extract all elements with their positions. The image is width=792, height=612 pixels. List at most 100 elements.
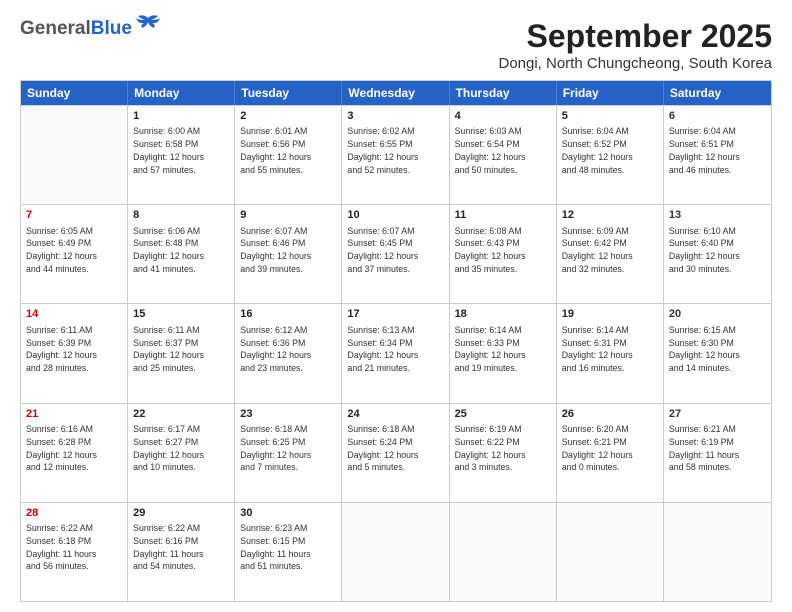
day-cell-22: 22Sunrise: 6:17 AMSunset: 6:27 PMDayligh…	[128, 404, 235, 502]
day-number: 25	[455, 407, 551, 422]
day-info: Sunrise: 6:05 AMSunset: 6:49 PMDaylight:…	[26, 225, 122, 276]
day-cell-3: 3Sunrise: 6:02 AMSunset: 6:55 PMDaylight…	[342, 106, 449, 204]
day-number: 26	[562, 407, 658, 422]
title-block: September 2025 Dongi, North Chungcheong,…	[498, 18, 772, 72]
day-cell-7: 7 Sunrise: 6:05 AMSunset: 6:49 PMDaylight…	[21, 205, 128, 303]
day-cell-2: 2Sunrise: 6:01 AMSunset: 6:56 PMDaylight…	[235, 106, 342, 204]
day-number: 4	[455, 109, 551, 124]
day-number: 18	[455, 307, 551, 322]
empty-cell	[21, 106, 128, 204]
day-info: Sunrise: 6:09 AMSunset: 6:42 PMDaylight:…	[562, 225, 658, 276]
day-cell-19: 19Sunrise: 6:14 AMSunset: 6:31 PMDayligh…	[557, 304, 664, 402]
day-cell-9: 9Sunrise: 6:07 AMSunset: 6:46 PMDaylight…	[235, 205, 342, 303]
day-cell-13: 13 Sunrise: 6:10 AMSunset: 6:40 PMDayligh…	[664, 205, 771, 303]
day-number: 2	[240, 109, 336, 124]
subtitle: Dongi, North Chungcheong, South Korea	[498, 55, 772, 72]
day-number: 12	[562, 208, 658, 223]
day-info: Sunrise: 6:23 AMSunset: 6:15 PMDaylight:…	[240, 522, 336, 573]
day-info: Sunrise: 6:07 AMSunset: 6:45 PMDaylight:…	[347, 225, 443, 276]
day-info: Sunrise: 6:12 AMSunset: 6:36 PMDaylight:…	[240, 324, 336, 375]
month-title: September 2025	[498, 18, 772, 55]
day-cell-12: 12 Sunrise: 6:09 AMSunset: 6:42 PMDayligh…	[557, 205, 664, 303]
day-number: 24	[347, 407, 443, 422]
day-number: 10	[347, 208, 443, 223]
day-cell-24: 24Sunrise: 6:18 AMSunset: 6:24 PMDayligh…	[342, 404, 449, 502]
day-number: 3	[347, 109, 443, 124]
logo-text: GeneralBlue	[20, 18, 132, 40]
day-cell-25: 25Sunrise: 6:19 AMSunset: 6:22 PMDayligh…	[450, 404, 557, 502]
empty-cell	[342, 503, 449, 601]
day-cell-5: 5Sunrise: 6:04 AMSunset: 6:52 PMDaylight…	[557, 106, 664, 204]
day-cell-11: 11 Sunrise: 6:08 AMSunset: 6:43 PMDayligh…	[450, 205, 557, 303]
empty-cell	[557, 503, 664, 601]
day-number: 7	[26, 208, 122, 223]
logo: GeneralBlue	[20, 18, 162, 40]
day-cell-8: 8Sunrise: 6:06 AMSunset: 6:48 PMDaylight…	[128, 205, 235, 303]
day-info: Sunrise: 6:16 AMSunset: 6:28 PMDaylight:…	[26, 423, 122, 474]
day-cell-21: 21Sunrise: 6:16 AMSunset: 6:28 PMDayligh…	[21, 404, 128, 502]
day-info: Sunrise: 6:18 AMSunset: 6:24 PMDaylight:…	[347, 423, 443, 474]
day-number: 20	[669, 307, 766, 322]
day-info: Sunrise: 6:06 AMSunset: 6:48 PMDaylight:…	[133, 225, 229, 276]
day-info: Sunrise: 6:13 AMSunset: 6:34 PMDaylight:…	[347, 324, 443, 375]
day-cell-18: 18 Sunrise: 6:14 AMSunset: 6:33 PMDayligh…	[450, 304, 557, 402]
day-info: Sunrise: 6:00 AMSunset: 6:58 PMDaylight:…	[133, 125, 229, 176]
day-number: 19	[562, 307, 658, 322]
day-number: 14	[26, 307, 122, 322]
day-number: 30	[240, 506, 336, 521]
day-number: 21	[26, 407, 122, 422]
day-cell-10: 10 Sunrise: 6:07 AMSunset: 6:45 PMDayligh…	[342, 205, 449, 303]
calendar-row-5: 28Sunrise: 6:22 AMSunset: 6:18 PMDayligh…	[21, 502, 771, 601]
header-day-wednesday: Wednesday	[342, 81, 449, 105]
day-number: 5	[562, 109, 658, 124]
day-cell-30: 30Sunrise: 6:23 AMSunset: 6:15 PMDayligh…	[235, 503, 342, 601]
day-info: Sunrise: 6:11 AMSunset: 6:37 PMDaylight:…	[133, 324, 229, 375]
empty-cell	[450, 503, 557, 601]
day-cell-1: 1Sunrise: 6:00 AMSunset: 6:58 PMDaylight…	[128, 106, 235, 204]
day-number: 11	[455, 208, 551, 223]
bird-icon	[134, 14, 162, 36]
day-info: Sunrise: 6:15 AMSunset: 6:30 PMDaylight:…	[669, 324, 766, 375]
day-number: 9	[240, 208, 336, 223]
day-info: Sunrise: 6:01 AMSunset: 6:56 PMDaylight:…	[240, 125, 336, 176]
day-cell-28: 28Sunrise: 6:22 AMSunset: 6:18 PMDayligh…	[21, 503, 128, 601]
day-number: 29	[133, 506, 229, 521]
header-day-friday: Friday	[557, 81, 664, 105]
day-number: 17	[347, 307, 443, 322]
header-day-saturday: Saturday	[664, 81, 771, 105]
day-info: Sunrise: 6:08 AMSunset: 6:43 PMDaylight:…	[455, 225, 551, 276]
header-day-monday: Monday	[128, 81, 235, 105]
calendar-body: 1Sunrise: 6:00 AMSunset: 6:58 PMDaylight…	[21, 105, 771, 601]
day-cell-16: 16 Sunrise: 6:12 AMSunset: 6:36 PMDayligh…	[235, 304, 342, 402]
day-cell-26: 26Sunrise: 6:20 AMSunset: 6:21 PMDayligh…	[557, 404, 664, 502]
day-number: 16	[240, 307, 336, 322]
day-info: Sunrise: 6:14 AMSunset: 6:33 PMDaylight:…	[455, 324, 551, 375]
day-cell-27: 27Sunrise: 6:21 AMSunset: 6:19 PMDayligh…	[664, 404, 771, 502]
calendar-row-4: 21Sunrise: 6:16 AMSunset: 6:28 PMDayligh…	[21, 403, 771, 502]
day-info: Sunrise: 6:11 AMSunset: 6:39 PMDaylight:…	[26, 324, 122, 375]
day-cell-4: 4Sunrise: 6:03 AMSunset: 6:54 PMDaylight…	[450, 106, 557, 204]
day-info: Sunrise: 6:17 AMSunset: 6:27 PMDaylight:…	[133, 423, 229, 474]
day-info: Sunrise: 6:03 AMSunset: 6:54 PMDaylight:…	[455, 125, 551, 176]
day-info: Sunrise: 6:10 AMSunset: 6:40 PMDaylight:…	[669, 225, 766, 276]
day-info: Sunrise: 6:04 AMSunset: 6:52 PMDaylight:…	[562, 125, 658, 176]
calendar: SundayMondayTuesdayWednesdayThursdayFrid…	[20, 80, 772, 602]
day-info: Sunrise: 6:22 AMSunset: 6:18 PMDaylight:…	[26, 522, 122, 573]
day-number: 1	[133, 109, 229, 124]
header-day-thursday: Thursday	[450, 81, 557, 105]
calendar-row-3: 14 Sunrise: 6:11 AMSunset: 6:39 PMDayligh…	[21, 303, 771, 402]
day-cell-15: 15 Sunrise: 6:11 AMSunset: 6:37 PMDayligh…	[128, 304, 235, 402]
day-number: 22	[133, 407, 229, 422]
day-number: 15	[133, 307, 229, 322]
day-cell-14: 14 Sunrise: 6:11 AMSunset: 6:39 PMDayligh…	[21, 304, 128, 402]
page: GeneralBlue September 2025 Dongi, North …	[0, 0, 792, 612]
header-day-sunday: Sunday	[21, 81, 128, 105]
calendar-header: SundayMondayTuesdayWednesdayThursdayFrid…	[21, 81, 771, 105]
day-info: Sunrise: 6:02 AMSunset: 6:55 PMDaylight:…	[347, 125, 443, 176]
day-info: Sunrise: 6:19 AMSunset: 6:22 PMDaylight:…	[455, 423, 551, 474]
day-info: Sunrise: 6:21 AMSunset: 6:19 PMDaylight:…	[669, 423, 766, 474]
day-cell-29: 29Sunrise: 6:22 AMSunset: 6:16 PMDayligh…	[128, 503, 235, 601]
day-info: Sunrise: 6:18 AMSunset: 6:25 PMDaylight:…	[240, 423, 336, 474]
day-number: 13	[669, 208, 766, 223]
day-cell-6: 6Sunrise: 6:04 AMSunset: 6:51 PMDaylight…	[664, 106, 771, 204]
